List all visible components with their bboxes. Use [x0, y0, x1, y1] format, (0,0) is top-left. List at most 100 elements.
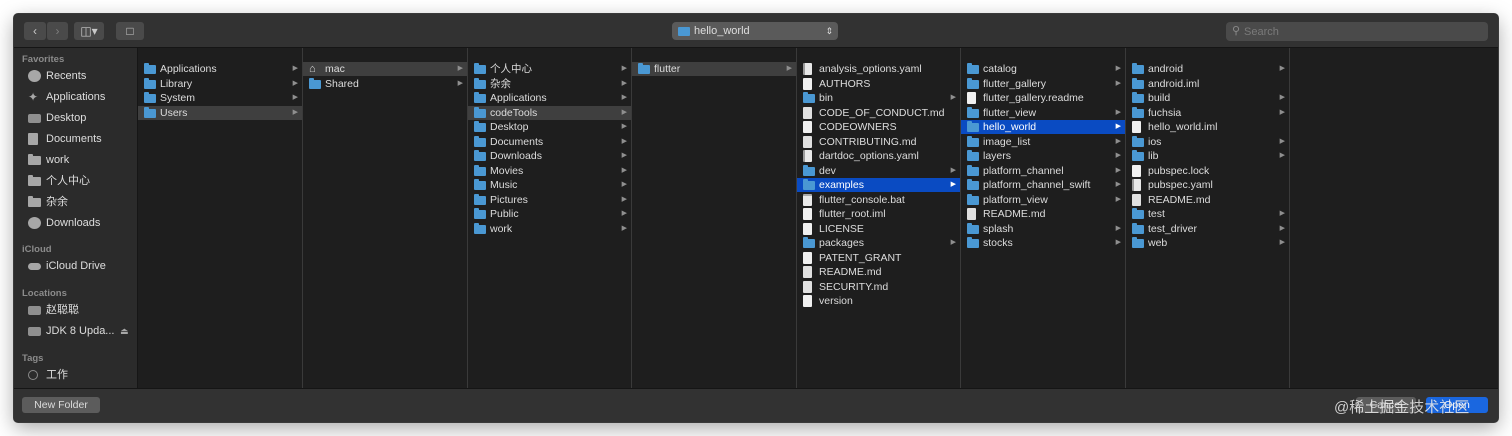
file-row[interactable]: flutter_console.bat: [797, 193, 960, 207]
sidebar-item[interactable]: iCloud Drive: [28, 256, 138, 276]
path-popup-button[interactable]: hello_world ⇕: [672, 22, 838, 40]
folder-row[interactable]: hello_world ▶: [961, 120, 1125, 134]
file-row[interactable]: pubspec.lock: [1126, 164, 1289, 178]
file-row[interactable]: CODE_OF_CONDUCT.md: [797, 106, 960, 120]
sidebar-item[interactable]: JDK 8 Upda... ⏏: [28, 321, 138, 341]
folder-row[interactable]: flutter ▶: [632, 62, 796, 76]
back-button[interactable]: ‹: [24, 22, 46, 40]
item-name: bin: [819, 92, 834, 104]
folder-row[interactable]: Pictures ▶: [468, 193, 631, 207]
folder-row[interactable]: stocks ▶: [961, 236, 1125, 250]
folder-row[interactable]: Shared ▶: [303, 77, 467, 91]
search-input[interactable]: [1244, 22, 1480, 41]
file-row[interactable]: README.md: [1126, 193, 1289, 207]
folder-row[interactable]: packages ▶: [797, 236, 960, 250]
bottom-bar: New Folder Cancel Open: [14, 388, 1498, 422]
item-name: flutter_gallery: [983, 77, 1047, 90]
folder-row[interactable]: platform_view ▶: [961, 193, 1125, 207]
file-row[interactable]: hello_world.iml: [1126, 120, 1289, 134]
file-row[interactable]: AUTHORS: [797, 77, 960, 91]
file-row[interactable]: CODEOWNERS: [797, 120, 960, 134]
folder-row[interactable]: android.iml: [1126, 77, 1289, 91]
disclosure-arrow-icon: ▶: [1279, 152, 1285, 159]
file-row[interactable]: pubspec.yaml: [1126, 178, 1289, 192]
folder-row[interactable]: test ▶: [1126, 207, 1289, 221]
view-mode-button[interactable]: ◫▾: [74, 22, 104, 40]
sidebar-item[interactable]: 杂余: [28, 192, 138, 212]
item-name: Music: [490, 179, 518, 191]
folder-row[interactable]: build ▶: [1126, 91, 1289, 105]
file-row[interactable]: flutter_gallery.readme: [961, 91, 1125, 105]
folder-row[interactable]: dev ▶: [797, 164, 960, 178]
item-name: Pictures: [490, 193, 528, 206]
folder-row[interactable]: ⌂ mac ▶: [303, 62, 467, 76]
folder-row[interactable]: test_driver ▶: [1126, 222, 1289, 236]
sidebar-item[interactable]: ✦ Applications: [28, 87, 138, 107]
home-icon: ⌂: [309, 63, 316, 75]
file-row[interactable]: PATENT_GRANT: [797, 251, 960, 265]
new-folder-toolbar-button[interactable]: □: [116, 22, 144, 40]
folder-row[interactable]: codeTools ▶: [468, 105, 631, 120]
folder-row[interactable]: platform_channel ▶: [961, 164, 1125, 178]
file-row[interactable]: analysis_options.yaml: [797, 62, 960, 76]
folder-row[interactable]: android ▶: [1126, 62, 1289, 76]
folder-icon: [967, 77, 979, 89]
sidebar-item[interactable]: Documents: [28, 129, 138, 149]
file-row[interactable]: version: [797, 294, 960, 308]
folder-row[interactable]: 杂余 ▶: [468, 77, 631, 91]
folder-row[interactable]: bin ▶: [797, 91, 960, 105]
folder-icon: [1132, 63, 1144, 74]
folder-row[interactable]: image_list ▶: [961, 135, 1125, 149]
disclosure-arrow-icon: ▶: [621, 181, 627, 188]
sidebar-item[interactable]: Downloads: [28, 213, 138, 233]
folder-row[interactable]: examples ▶: [797, 178, 960, 192]
folder-row[interactable]: work ▶: [468, 222, 631, 236]
file-row[interactable]: flutter_root.iml: [797, 207, 960, 221]
folder-row[interactable]: flutter_gallery ▶: [961, 77, 1125, 91]
folder-row[interactable]: splash ▶: [961, 222, 1125, 236]
folder-row[interactable]: Music ▶: [468, 178, 631, 192]
sidebar-item[interactable]: Desktop: [28, 108, 138, 128]
folder-row[interactable]: fuchsia ▶: [1126, 106, 1289, 120]
search-field[interactable]: ⚲: [1226, 22, 1488, 41]
folder-row[interactable]: Library ▶: [138, 77, 302, 91]
file-row[interactable]: README.md: [797, 265, 960, 279]
folder-row[interactable]: System ▶: [138, 91, 302, 105]
folder-row[interactable]: Users ▶: [138, 105, 302, 120]
file-row[interactable]: README.md: [961, 207, 1125, 221]
folder-row[interactable]: 个人中心 ▶: [468, 62, 631, 76]
eject-icon[interactable]: ⏏: [120, 321, 129, 341]
sidebar-item[interactable]: 工作: [28, 365, 138, 385]
folder-row[interactable]: platform_channel_swift ▶: [961, 178, 1125, 192]
folder-row[interactable]: catalog ▶: [961, 62, 1125, 76]
item-name: catalog: [983, 63, 1017, 75]
file-row[interactable]: CONTRIBUTING.md: [797, 135, 960, 149]
file-row[interactable]: LICENSE: [797, 222, 960, 236]
sidebar-item[interactable]: 赵聪聪: [28, 300, 138, 320]
forward-button[interactable]: ›: [46, 22, 68, 40]
folder-row[interactable]: Applications ▶: [468, 91, 631, 105]
folder-row[interactable]: Applications ▶: [138, 62, 302, 76]
file-row[interactable]: dartdoc_options.yaml: [797, 149, 960, 163]
folder-row[interactable]: ios ▶: [1126, 135, 1289, 149]
new-folder-button[interactable]: New Folder: [22, 397, 100, 413]
folder-row[interactable]: Downloads ▶: [468, 149, 631, 163]
sidebar-item[interactable]: Recents: [28, 66, 138, 86]
folder-row[interactable]: lib ▶: [1126, 149, 1289, 163]
folder-row[interactable]: web ▶: [1126, 236, 1289, 250]
folder-row[interactable]: flutter_view ▶: [961, 106, 1125, 120]
disclosure-arrow-icon: ▶: [1279, 65, 1285, 72]
folder-row[interactable]: Desktop ▶: [468, 120, 631, 134]
folder-row[interactable]: Documents ▶: [468, 135, 631, 149]
sidebar-item[interactable]: work: [28, 150, 138, 170]
item-name: SECURITY.md: [819, 280, 889, 293]
disclosure-arrow-icon: ▶: [621, 108, 627, 116]
disclosure-arrow-icon: ▶: [621, 152, 627, 159]
folder-row[interactable]: Public ▶: [468, 207, 631, 221]
folder-icon: [967, 237, 979, 248]
folder-row[interactable]: Movies ▶: [468, 164, 631, 178]
file-row[interactable]: SECURITY.md: [797, 280, 960, 294]
item-name: layers: [983, 150, 1012, 162]
folder-row[interactable]: layers ▶: [961, 149, 1125, 163]
sidebar-item[interactable]: 个人中心: [28, 171, 138, 191]
